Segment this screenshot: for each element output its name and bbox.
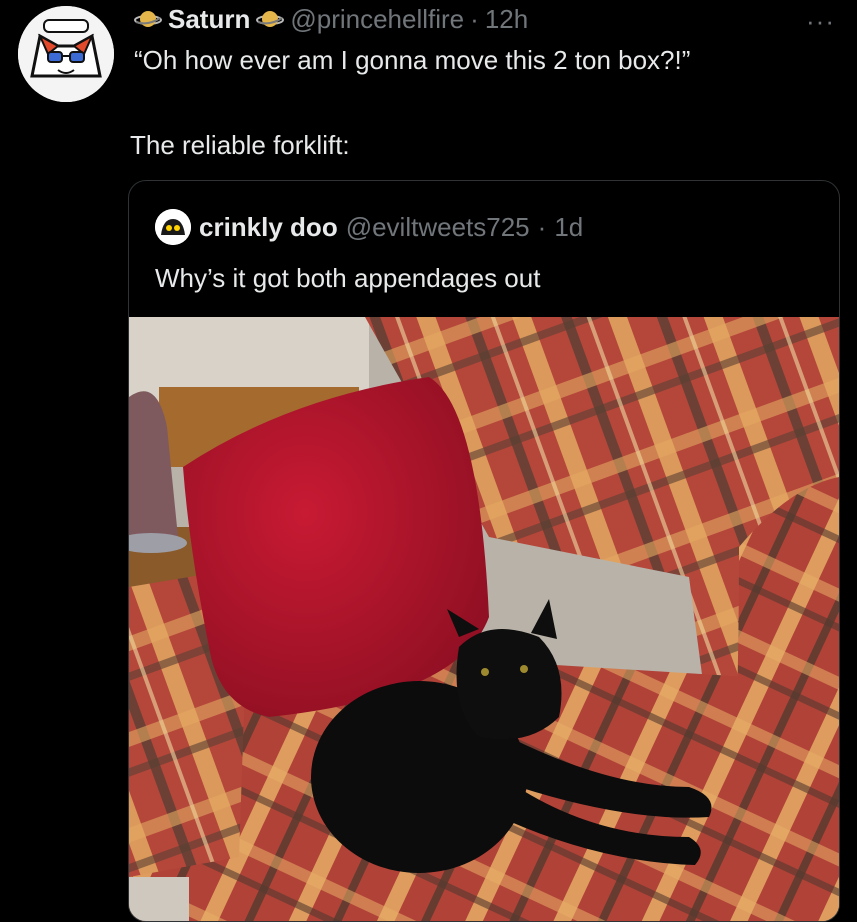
quoted-tweet-timestamp[interactable]: 1d (554, 212, 583, 243)
separator-dot: · (470, 3, 479, 34)
quoted-tweet-text: Why’s it got both appendages out (155, 263, 541, 293)
planet-emoji-icon (256, 11, 285, 27)
tweet-text-line2: The reliable forklift: (130, 130, 350, 160)
cat-on-couch-photo[interactable] (129, 317, 839, 921)
cartoon-character-avatar-icon (18, 6, 114, 102)
quoted-author-handle[interactable]: @eviltweets725 (346, 212, 530, 243)
tweet-text: “Oh how ever am I gonna move this 2 ton … (134, 45, 691, 75)
author-handle[interactable]: @princehellfire (290, 4, 464, 35)
quoted-tweet-card[interactable]: crinkly doo @eviltweets725 · 1d Why’s it… (128, 180, 840, 922)
tweet-timestamp[interactable]: 12h (485, 4, 528, 35)
quoted-author-avatar[interactable] (155, 209, 191, 245)
more-options-icon[interactable]: ··· (806, 6, 835, 37)
author-name[interactable]: Saturn (168, 4, 250, 35)
planet-emoji-icon (134, 11, 162, 27)
author-avatar[interactable] (18, 6, 114, 102)
separator-dot: · (537, 211, 547, 242)
black-creature-avatar-icon (155, 209, 191, 245)
quoted-tweet-header: crinkly doo @eviltweets725 · 1d (155, 209, 583, 245)
tweet-header: Saturn @princehellfire · 12h (134, 2, 528, 36)
quoted-author-name[interactable]: crinkly doo (199, 212, 338, 243)
